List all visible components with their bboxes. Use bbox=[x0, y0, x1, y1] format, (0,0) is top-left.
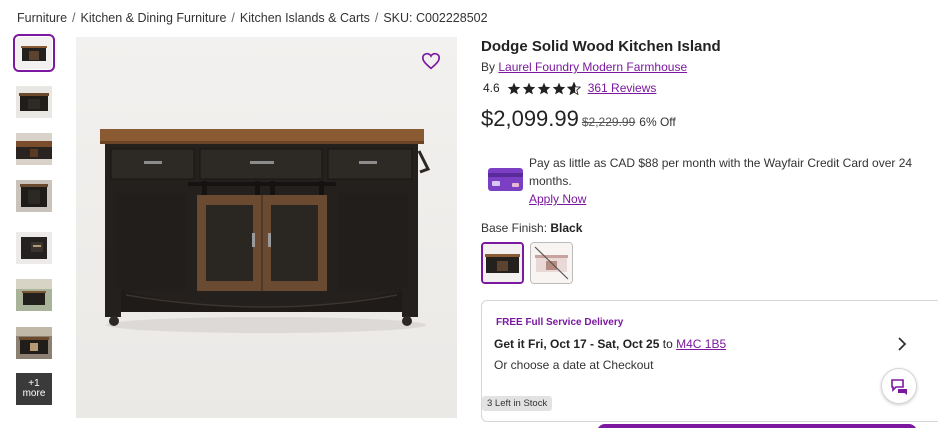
star-icon bbox=[507, 82, 520, 94]
to-label: to bbox=[662, 337, 673, 351]
chat-icon bbox=[891, 379, 907, 395]
more-label: more bbox=[22, 388, 46, 399]
base-finish-label: Base Finish: Black bbox=[481, 221, 582, 235]
discount-label: 6% Off bbox=[639, 115, 676, 129]
add-to-cart-button[interactable] bbox=[597, 424, 917, 428]
chevron-right-icon[interactable] bbox=[897, 337, 907, 351]
heart-icon[interactable] bbox=[421, 52, 441, 70]
price-row: $2,099.99 $2,229.99 6% Off bbox=[481, 106, 676, 132]
breadcrumb-separator: / bbox=[374, 11, 379, 25]
stock-badge: 3 Left in Stock bbox=[482, 396, 553, 411]
breadcrumb: Furniture / Kitchen & Dining Furniture / Kit… bbox=[17, 11, 488, 25]
thumbnail-3[interactable] bbox=[16, 133, 52, 165]
free-delivery-tag: FREE Full Service Delivery bbox=[496, 317, 624, 328]
star-rating bbox=[507, 81, 582, 95]
swatch-black[interactable] bbox=[481, 242, 524, 284]
thumbnail-5[interactable] bbox=[16, 232, 52, 264]
chat-button[interactable] bbox=[881, 368, 917, 404]
credit-card-icon bbox=[488, 168, 523, 191]
by-prefix: By bbox=[481, 60, 496, 74]
delivery-dates: Fri, Oct 17 - Sat, Oct 25 bbox=[528, 337, 660, 351]
breadcrumb-furniture[interactable]: Furniture bbox=[17, 11, 67, 25]
rating-row: 4.6 361 Reviews bbox=[483, 81, 656, 95]
star-icon bbox=[552, 82, 565, 94]
thumbnail-1[interactable] bbox=[13, 34, 55, 72]
get-it-label: Get it bbox=[494, 337, 525, 351]
product-title: Dodge Solid Wood Kitchen Island bbox=[481, 38, 721, 55]
sale-price: $2,099.99 bbox=[481, 106, 579, 131]
reviews-link[interactable]: 361 Reviews bbox=[588, 81, 657, 95]
delivery-alt: Or choose a date at Checkout bbox=[494, 358, 654, 372]
finish-value: Black bbox=[550, 221, 583, 235]
breadcrumb-separator: / bbox=[72, 11, 76, 25]
original-price: $2,229.99 bbox=[581, 115, 636, 129]
kitchen-island-image bbox=[76, 37, 457, 418]
credit-text-block: Pay as little as CAD $88 per month with … bbox=[529, 154, 929, 208]
more-thumbnails-button[interactable]: +1 more bbox=[16, 373, 52, 405]
brand-line: By Laurel Foundry Modern Farmhouse bbox=[481, 60, 687, 74]
breadcrumb-kitchen-dining[interactable]: Kitchen & Dining Furniture bbox=[81, 11, 227, 25]
brand-link[interactable]: Laurel Foundry Modern Farmhouse bbox=[498, 60, 687, 74]
thumbnail-7[interactable] bbox=[16, 327, 52, 359]
delivery-estimate: Get it Fri, Oct 17 - Sat, Oct 25 to M4C … bbox=[494, 337, 726, 351]
star-half-icon bbox=[566, 81, 581, 95]
apply-now-link[interactable]: Apply Now bbox=[529, 192, 586, 206]
breadcrumb-kitchen-islands[interactable]: Kitchen Islands & Carts bbox=[240, 11, 370, 25]
star-icon bbox=[537, 82, 550, 94]
product-info: Dodge Solid Wood Kitchen Island By Laure… bbox=[481, 38, 938, 422]
sku-label: SKU: C002228502 bbox=[383, 11, 488, 25]
star-icon bbox=[522, 82, 535, 94]
main-product-image bbox=[76, 37, 457, 418]
rating-value: 4.6 bbox=[483, 81, 500, 95]
breadcrumb-separator: / bbox=[231, 11, 235, 25]
thumbnail-2[interactable] bbox=[16, 86, 52, 118]
finish-label: Base Finish: bbox=[481, 221, 548, 235]
thumbnail-6[interactable] bbox=[16, 279, 52, 311]
credit-offer-text: Pay as little as CAD $88 per month with … bbox=[529, 156, 913, 188]
swatch-unavailable[interactable] bbox=[530, 242, 573, 284]
thumbnail-4[interactable] bbox=[16, 180, 52, 212]
postal-code-link[interactable]: M4C 1B5 bbox=[676, 337, 726, 351]
